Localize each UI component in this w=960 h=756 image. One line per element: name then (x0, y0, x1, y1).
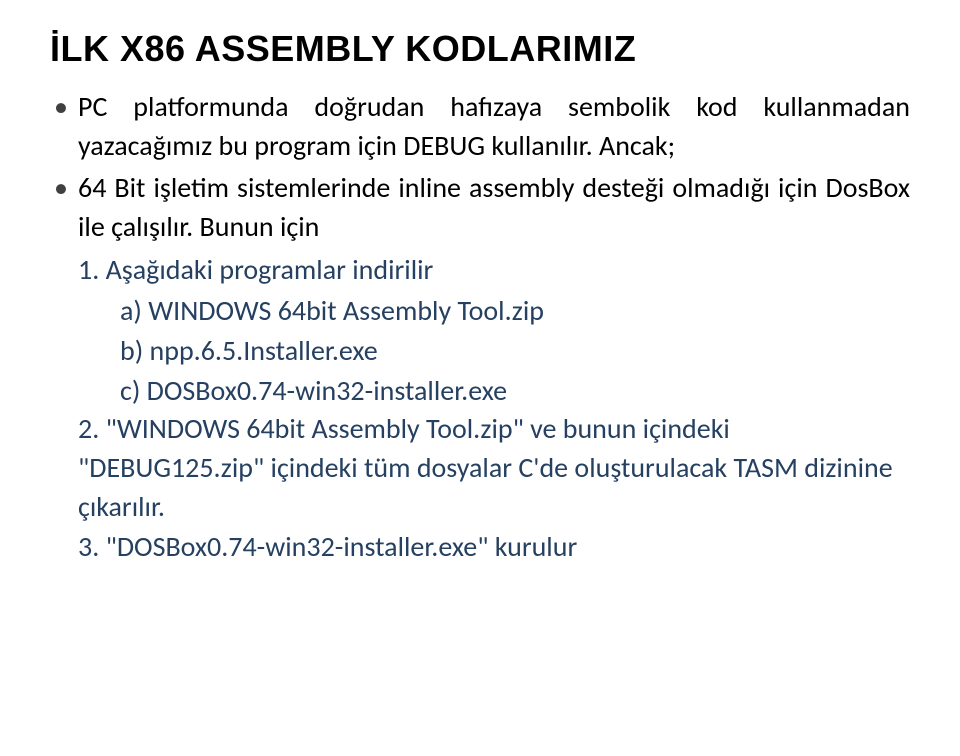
bullet-item: PC platformunda doğrudan hafızaya sembol… (50, 88, 910, 165)
numbered-item-2: 2. "WINDOWS 64bit Assembly Tool.zip" ve … (78, 410, 910, 526)
sub-item-a: a) WINDOWS 64bit Assembly Tool.zip (120, 291, 910, 331)
sub-item-b: b) npp.6.5.Installer.exe (120, 331, 910, 371)
numbered-list: 1. Aşağıdaki programlar indirilir a) WIN… (50, 251, 910, 567)
sub-item-c: c) DOSBox0.74-win32-installer.exe (120, 371, 910, 411)
bullet-list: PC platformunda doğrudan hafızaya sembol… (50, 88, 910, 247)
numbered-item-3: 3. "DOSBox0.74-win32-installer.exe" kuru… (78, 528, 910, 567)
bullet-item: 64 Bit işletim sistemlerinde inline asse… (50, 169, 910, 246)
slide-title: İLK X86 ASSEMBLY KODLARIMIZ (50, 28, 910, 70)
numbered-item-1: 1. Aşağıdaki programlar indirilir (78, 251, 910, 290)
sub-list: a) WINDOWS 64bit Assembly Tool.zip b) np… (78, 291, 910, 410)
